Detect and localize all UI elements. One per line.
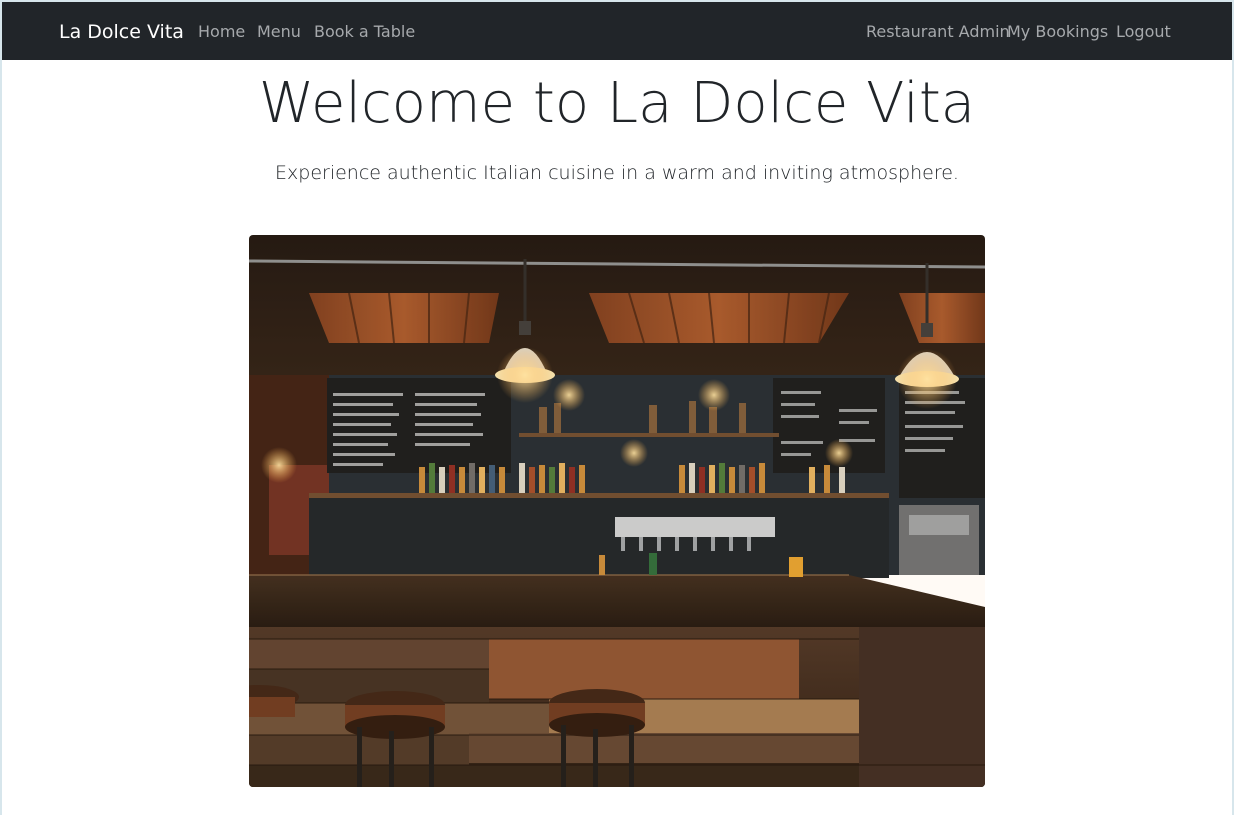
navbar-brand[interactable]: La Dolce Vita: [59, 20, 184, 44]
page: La Dolce Vita Home Menu Book a Table Res…: [2, 2, 1232, 815]
hero-title: Welcome to La Dolce Vita: [258, 71, 976, 136]
nav-link-logout[interactable]: Logout: [1116, 22, 1171, 42]
hero-image: [249, 235, 985, 787]
nav-link-menu[interactable]: Menu: [257, 22, 301, 42]
nav-link-my-bookings[interactable]: My Bookings: [1007, 22, 1108, 42]
hero-lead: Experience authentic Italian cuisine in …: [275, 162, 959, 184]
nav-link-book-a-table[interactable]: Book a Table: [314, 22, 415, 42]
nav-link-home[interactable]: Home: [198, 22, 245, 42]
bar-interior-illustration: [249, 235, 985, 787]
navbar: La Dolce Vita Home Menu Book a Table Res…: [2, 2, 1232, 60]
nav-link-restaurant-admin[interactable]: Restaurant Admin: [866, 22, 1010, 42]
